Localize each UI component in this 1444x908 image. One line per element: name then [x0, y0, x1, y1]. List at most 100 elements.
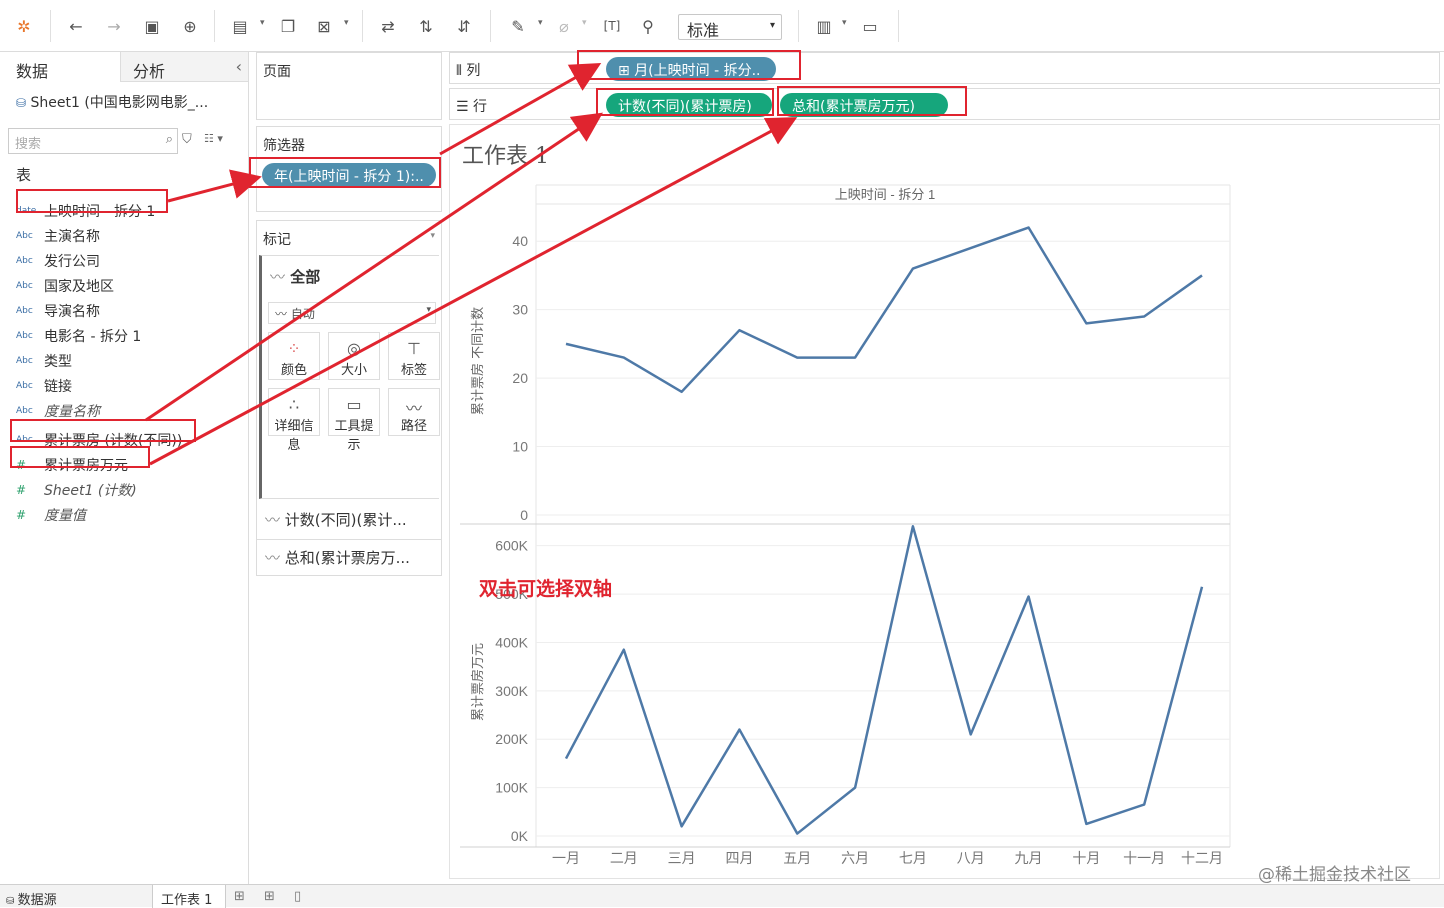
measure-field-icon: # — [16, 508, 44, 522]
marks-measure-1[interactable]: 〰 计数(不同)(累计... — [265, 509, 407, 530]
line-mark-icon: 〰 — [275, 307, 291, 321]
highlight-icon[interactable]: ✎ — [506, 14, 530, 38]
pin-icon[interactable]: ⚲ — [636, 14, 660, 38]
field-name: 导演名称 — [44, 301, 100, 321]
presentation-icon[interactable]: ▭ — [858, 14, 882, 38]
y-tick-label: 40 — [512, 233, 528, 249]
fit-select-value: 标准 — [687, 21, 719, 40]
duplicate-icon[interactable]: ❐ — [276, 14, 300, 38]
x-tick-label: 一月 — [552, 851, 580, 867]
chevron-down-icon[interactable]: ▾ — [582, 18, 587, 28]
detail-label: 详细信息 — [269, 415, 319, 453]
field-item[interactable]: Abc主演名称 — [16, 225, 100, 247]
label-icon: ⊤ — [389, 333, 439, 359]
search-input[interactable]: 搜索 ⌕ — [8, 128, 178, 154]
line-mark-icon: 〰 — [265, 549, 285, 567]
field-item[interactable]: Abc链接 — [16, 375, 72, 397]
marks-card-title: 标记 — [263, 229, 291, 249]
chevron-down-icon[interactable]: ▾ — [344, 18, 349, 28]
label-button[interactable]: ⊤ 标签 — [388, 332, 440, 380]
chevron-down-icon: ▾ — [770, 20, 775, 31]
datasource-item[interactable]: ⛁ Sheet1 (中国电影网电影_... — [16, 92, 208, 112]
sort-desc-icon[interactable]: ⇵ — [452, 14, 476, 38]
tab-sheet-1[interactable]: 工作表 1 — [152, 885, 226, 908]
worksheet-view: 工作表 1 上映时间 - 拆分 1 累计票房 不同计数 累计票房万元 01020… — [449, 124, 1440, 879]
back-icon[interactable]: ← — [64, 14, 88, 38]
fit-select[interactable]: 标准 ▾ — [678, 14, 782, 40]
pages-card[interactable]: 页面 — [256, 52, 442, 120]
tab-data[interactable]: 数据 — [4, 52, 120, 82]
tooltip-icon: ▭ — [329, 389, 379, 415]
size-button[interactable]: ◎ 大小 — [328, 332, 380, 380]
x-tick-label: 七月 — [899, 851, 927, 867]
new-sheet-icon[interactable]: ⊞ — [234, 889, 245, 904]
chevron-down-icon[interactable]: ▾ — [538, 18, 543, 28]
tab-datasource-label: 数据源 — [18, 893, 57, 908]
field-item[interactable]: Abc发行公司 — [16, 250, 100, 272]
string-field-icon: Abc — [16, 331, 44, 341]
mark-type-select[interactable]: 〰 自动 ▾ — [268, 302, 436, 324]
group-icon[interactable]: ⌀ — [552, 14, 576, 38]
field-name: 链接 — [44, 376, 72, 396]
field-item[interactable]: Abc类型 — [16, 350, 72, 372]
filter-icon[interactable]: ⛉ — [182, 132, 192, 147]
field-item[interactable]: Abc导演名称 — [16, 300, 100, 322]
highlight-box — [10, 446, 150, 468]
marks-measure-2[interactable]: 〰 总和(累计票房万... — [265, 547, 410, 568]
detail-button[interactable]: ∴ 详细信息 — [268, 388, 320, 436]
clear-sheet-icon[interactable]: ⊠ — [312, 14, 336, 38]
forward-icon[interactable]: → — [102, 14, 126, 38]
chevron-down-icon[interactable]: ▾ — [842, 18, 847, 28]
string-field-icon: Abc — [16, 256, 44, 266]
chevron-down-icon[interactable]: ▾ — [260, 18, 265, 28]
x-tick-label: 三月 — [668, 851, 696, 867]
x-axis: 一月二月三月四月五月六月七月八月九月十月十一月十二月 — [552, 851, 1223, 867]
toolbar-separator — [898, 10, 899, 42]
x-tick-label: 四月 — [725, 851, 753, 867]
tab-analysis[interactable]: 分析 ‹ — [120, 52, 248, 82]
field-item[interactable]: Abc国家及地区 — [16, 275, 114, 297]
x-tick-label: 九月 — [1015, 851, 1043, 867]
save-icon[interactable]: ▣ — [140, 14, 164, 38]
x-tick-label: 五月 — [783, 851, 811, 867]
y2-axis-title: 累计票房万元 — [470, 643, 486, 721]
sheet-tabs-bar: ⛁ 数据源 工作表 1 ⊞ ⊞ ▯ — [0, 884, 1444, 907]
string-field-icon: Abc — [16, 306, 44, 316]
path-button[interactable]: 〰 路径 — [388, 388, 440, 436]
show-me-icon[interactable]: ▥ — [812, 14, 836, 38]
collapse-icon[interactable]: ‹ — [236, 57, 242, 76]
new-story-icon[interactable]: ▯ — [294, 889, 301, 904]
field-item[interactable]: #Sheet1 (计数) — [16, 479, 137, 501]
marks-all-header[interactable]: 〰 全部 — [270, 266, 320, 287]
toolbar: ✲ ← → ▣ ⊕ ▤ ▾ ❐ ⊠ ▾ ⇄ ⇅ ⇵ ✎ ▾ ⌀ ▾ [T] ⚲ … — [0, 0, 1444, 52]
filters-card-title: 筛选器 — [263, 135, 305, 155]
view-options-icon[interactable]: ☷ ▾ — [204, 132, 223, 145]
chevron-down-icon[interactable]: ▾ — [430, 231, 435, 241]
tab-analysis-label: 分析 — [133, 62, 165, 81]
field-item[interactable]: Abc电影名 - 拆分 1 — [16, 325, 141, 347]
marks-measure-2-label: 总和(累计票房万... — [285, 549, 410, 567]
y-tick-label: 0K — [511, 828, 529, 844]
field-item[interactable]: #度量值 — [16, 504, 86, 526]
add-datasource-icon[interactable]: ⊕ — [178, 14, 202, 38]
field-name: 度量名称 — [44, 401, 100, 421]
y-tick-label: 30 — [512, 302, 528, 318]
tooltip-button[interactable]: ▭ 工具提示 — [328, 388, 380, 436]
color-button[interactable]: ⁘ 颜色 — [268, 332, 320, 380]
tab-datasource[interactable]: ⛁ 数据源 — [6, 889, 57, 908]
path-icon: 〰 — [389, 389, 439, 415]
tableau-logo-icon[interactable]: ✲ — [12, 14, 36, 38]
marks-measure-1-label: 计数(不同)(累计... — [285, 511, 407, 529]
detail-icon: ∴ — [269, 389, 319, 415]
marks-all-section: 〰 全部 〰 自动 ▾ ⁘ 颜色 ◎ 大小 ⊤ 标签 ∴ 详细信息 ▭ 工具提示… — [259, 255, 439, 499]
sort-asc-icon[interactable]: ⇅ — [414, 14, 438, 38]
new-sheet-icon[interactable]: ▤ — [228, 14, 252, 38]
y-tick-label: 100K — [495, 780, 528, 796]
label-icon[interactable]: [T] — [600, 14, 624, 38]
rows-label: 行 — [473, 99, 487, 115]
search-placeholder: 搜索 — [15, 137, 41, 152]
swap-axes-icon[interactable]: ⇄ — [376, 14, 400, 38]
field-name: 类型 — [44, 351, 72, 371]
toolbar-separator — [798, 10, 799, 42]
new-dashboard-icon[interactable]: ⊞ — [264, 889, 275, 904]
